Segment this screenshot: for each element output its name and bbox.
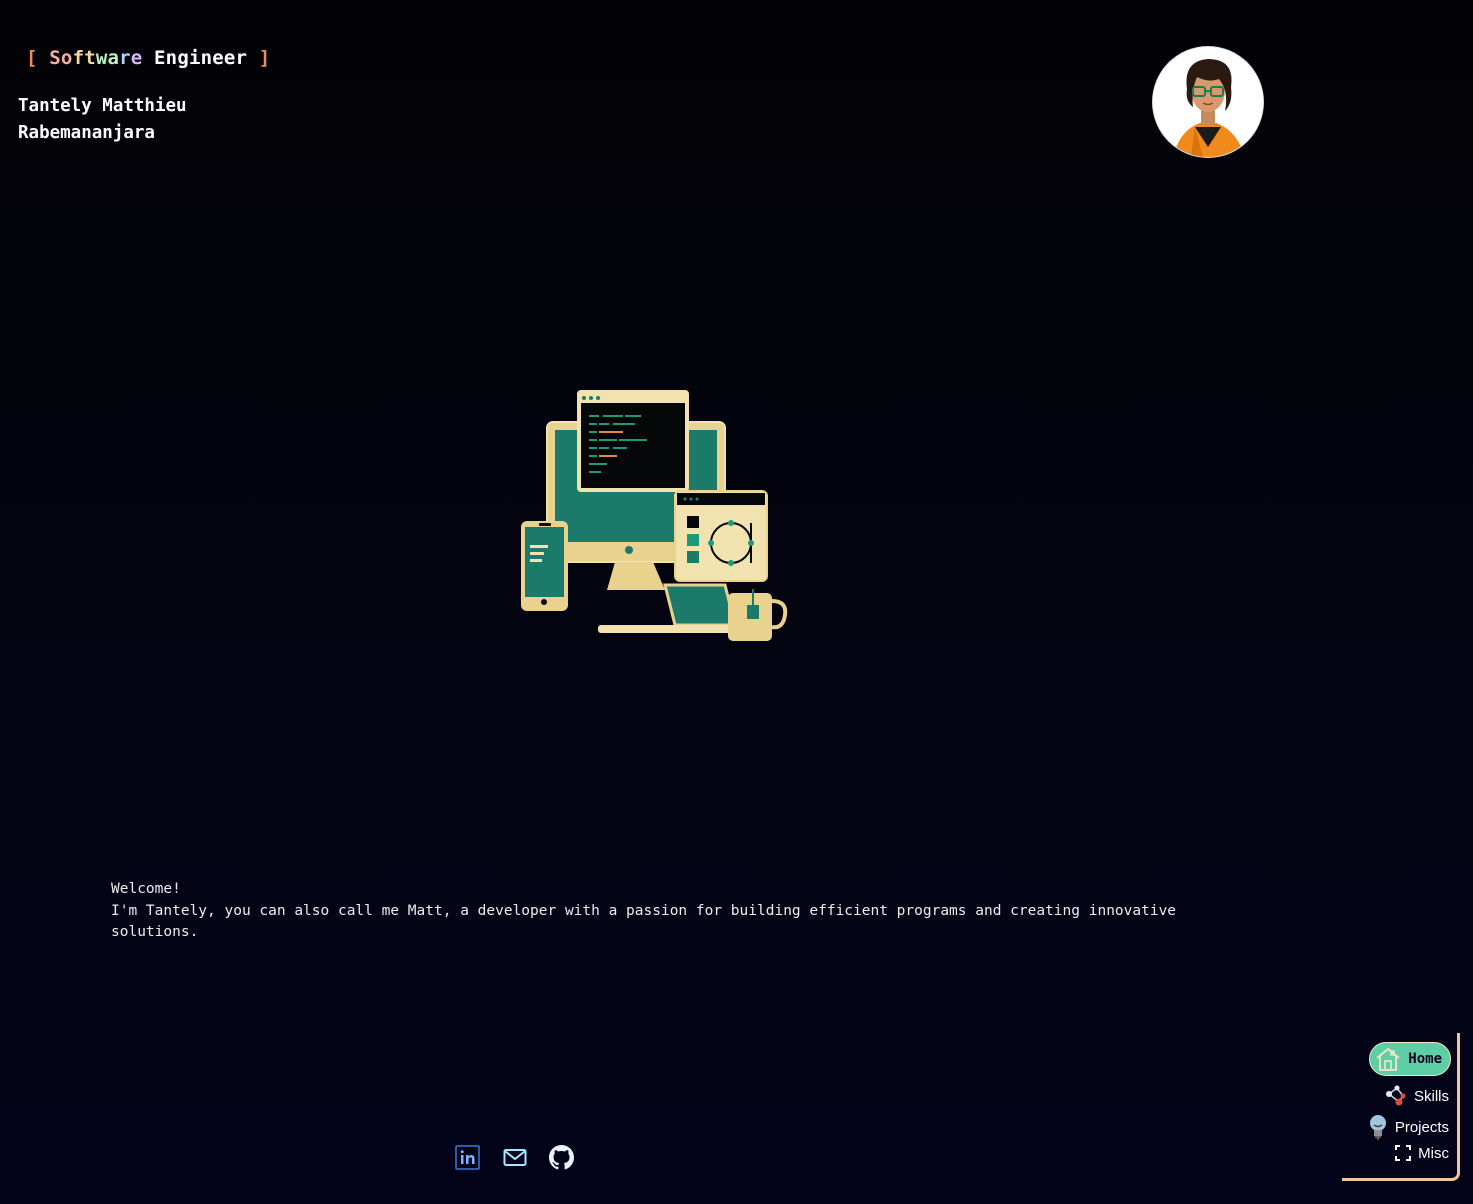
linkedin-icon [455,1145,480,1170]
github-icon [549,1145,574,1170]
email-link[interactable] [501,1144,528,1171]
role-rest: Engineer [142,47,248,69]
nav-projects[interactable]: Projects [1367,1114,1449,1140]
name-line-last: Rabemananjara [18,123,155,143]
devices-illustration [515,385,795,650]
owner-name: Tantely Matthieu Rabemananjara [18,93,187,147]
nav-label: Skills [1413,1087,1449,1105]
home-icon [1376,1048,1400,1071]
side-nav: Home Skills Projects Misc [1342,1033,1460,1181]
page: [ Software Engineer ] Tantely Matthieu R… [0,0,1473,1204]
role-letters: wa [95,47,120,69]
intro-paragraph: I'm Tantely, you can also call me Matt, … [111,902,1177,941]
nav-misc[interactable]: Misc [1394,1144,1449,1162]
mail-icon [503,1148,526,1166]
nav-label: Home [1408,1051,1442,1067]
social-links [454,1144,575,1171]
role-bracket-close: ] [247,47,271,69]
role-letters: So [49,47,73,69]
role-letters: ft [72,47,96,69]
nav-skills[interactable]: Skills [1384,1084,1449,1108]
role-letters: r [119,47,131,69]
linkedin-link[interactable] [454,1144,481,1171]
expand-frame-icon [1395,1145,1412,1161]
lightbulb-icon [1369,1115,1386,1140]
skills-network-icon [1385,1085,1406,1106]
welcome-text: Welcome! [111,881,181,897]
name-line-first: Tantely Matthieu [18,96,187,116]
role-letters: e [130,47,143,69]
devices-illustration-svg [521,390,788,641]
nav-label: Misc [1418,1144,1449,1162]
nav-label: Projects [1394,1118,1449,1136]
role-bracket-open: [ [26,47,50,69]
role-title: [ Software Engineer ] [26,47,270,69]
avatar [1153,47,1263,157]
github-link[interactable] [548,1144,575,1171]
nav-home[interactable]: Home [1369,1042,1451,1076]
avatar-illustration [1153,47,1263,157]
intro-section: Welcome! I'm Tantely, you can also call … [111,879,1191,944]
